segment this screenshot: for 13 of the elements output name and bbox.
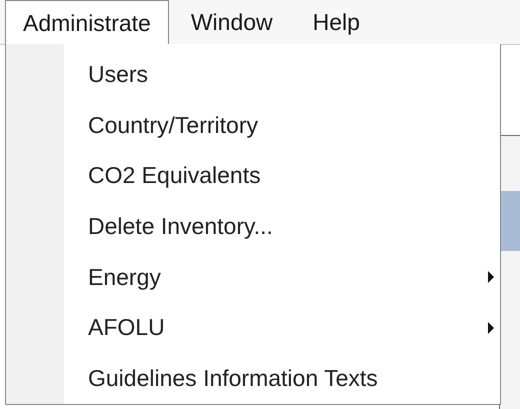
submenu-arrow-icon bbox=[488, 322, 494, 334]
submenu-arrow-icon bbox=[488, 271, 494, 284]
menu-bar-item[interactable]: Administrate bbox=[5, 0, 169, 45]
menu-item[interactable]: Country/Territory bbox=[64, 100, 500, 150]
list-row bbox=[500, 191, 520, 251]
menu-bar-item[interactable]: Window bbox=[172, 0, 291, 44]
menu-item[interactable]: CO2 Equivalents bbox=[64, 150, 500, 202]
menu-item[interactable]: Delete Inventory... bbox=[64, 201, 500, 252]
menu-item[interactable]: Users bbox=[64, 49, 500, 100]
menu-item[interactable]: Energy bbox=[64, 252, 500, 303]
menu-item[interactable]: AFOLU bbox=[64, 302, 500, 354]
menu-item[interactable]: Guidelines Information Texts bbox=[64, 353, 500, 404]
menu-bar-item[interactable]: Help bbox=[294, 0, 378, 44]
